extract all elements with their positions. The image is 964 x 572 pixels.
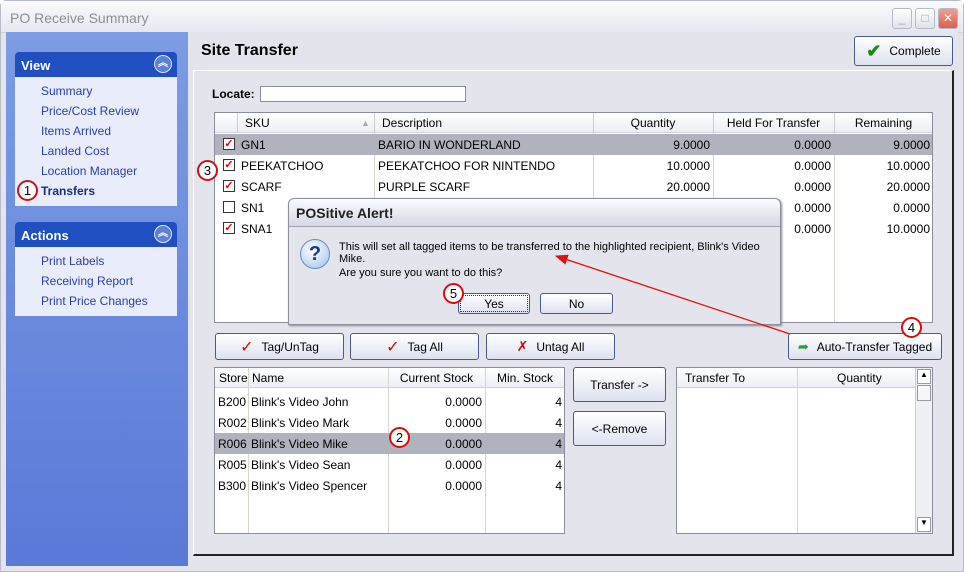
annotation-arrow xyxy=(554,254,791,335)
annotation-4: 4 xyxy=(901,317,922,338)
annotation-5: 5 xyxy=(443,283,464,304)
annotation-2: 2 xyxy=(389,427,410,448)
annotation-1: 1 xyxy=(17,180,38,201)
annotation-3: 3 xyxy=(197,160,218,181)
